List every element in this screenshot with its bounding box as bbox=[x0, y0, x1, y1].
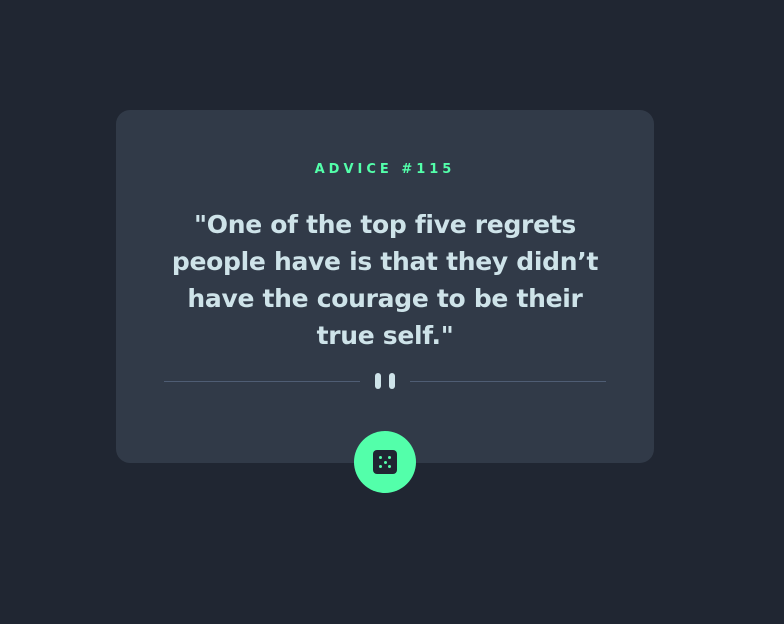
pause-bar-right bbox=[389, 373, 395, 389]
dice-pip bbox=[388, 465, 391, 468]
dice-pip bbox=[379, 456, 382, 459]
new-advice-button[interactable] bbox=[354, 431, 416, 493]
pause-bar-left bbox=[375, 373, 381, 389]
pattern-divider bbox=[164, 373, 606, 389]
divider-line-left bbox=[164, 381, 360, 382]
advice-page: ADVICE #115 "One of the top five regrets… bbox=[0, 0, 784, 624]
advice-number: ADVICE #115 bbox=[314, 162, 456, 177]
dice-pip bbox=[379, 465, 382, 468]
dice-icon bbox=[373, 450, 397, 474]
dice-pip bbox=[388, 456, 391, 459]
advice-quote: "One of the top five regrets people have… bbox=[171, 210, 599, 350]
advice-card: ADVICE #115 "One of the top five regrets… bbox=[116, 110, 654, 463]
dice-pip bbox=[383, 460, 387, 464]
divider-line-right bbox=[410, 381, 606, 382]
pause-icon bbox=[375, 373, 395, 389]
